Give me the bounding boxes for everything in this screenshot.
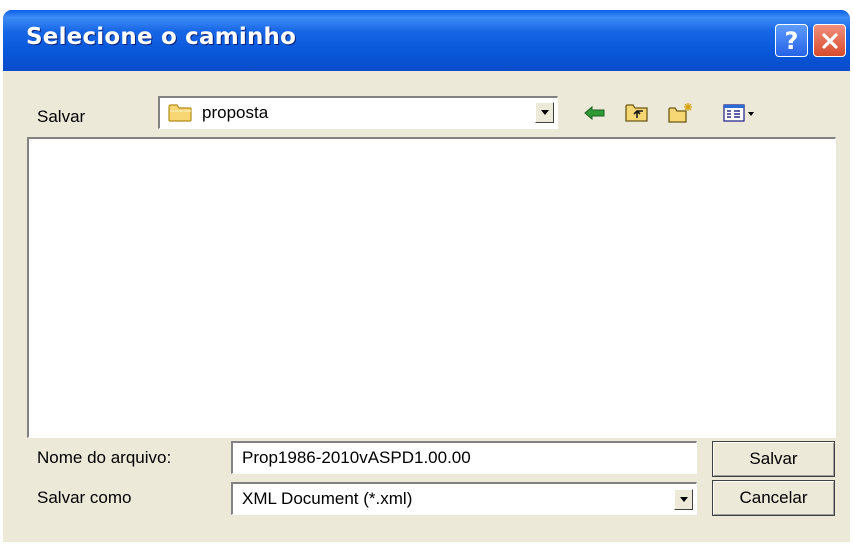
view-menu-button[interactable] <box>721 100 759 126</box>
chevron-down-icon <box>679 497 688 502</box>
help-button[interactable]: ? <box>775 24 808 57</box>
filetype-select[interactable]: XML Document (*.xml) <box>231 482 697 515</box>
filetype-value: XML Document (*.xml) <box>242 489 413 508</box>
chevron-down-icon <box>540 110 549 115</box>
close-button[interactable] <box>813 24 846 57</box>
window-title: Selecione o caminho <box>26 24 297 50</box>
back-button[interactable] <box>581 100 609 126</box>
new-folder-icon <box>668 103 692 123</box>
filename-label: Nome do arquivo: <box>37 448 172 467</box>
location-folder-name: proposta <box>202 103 269 122</box>
location-label: Salvar <box>37 107 86 126</box>
save-button[interactable]: Salvar <box>712 441 835 477</box>
save-dialog-window: Selecione o caminho ? Salvar proposta No… <box>3 10 850 542</box>
up-folder-icon <box>625 104 648 122</box>
folder-icon <box>168 104 192 122</box>
filename-value: Prop1986-2010vASPD1.00.00 <box>242 448 471 467</box>
new-folder-button[interactable] <box>667 100 695 126</box>
back-arrow-icon <box>584 105 605 121</box>
file-list[interactable] <box>27 137 836 438</box>
filetype-label: Salvar como <box>37 488 132 507</box>
view-menu-icon <box>723 104 754 122</box>
cancel-button[interactable]: Cancelar <box>712 480 835 516</box>
up-folder-button[interactable] <box>623 100 651 126</box>
help-icon: ? <box>784 26 799 55</box>
location-combo[interactable]: proposta <box>158 96 558 129</box>
close-icon <box>821 32 838 49</box>
location-dropdown-button[interactable] <box>535 102 554 123</box>
filetype-dropdown-button[interactable] <box>674 489 693 510</box>
save-button-label: Salvar <box>749 449 798 468</box>
title-bar[interactable]: Selecione o caminho ? <box>3 10 850 71</box>
cancel-button-label: Cancelar <box>739 488 808 507</box>
filename-field[interactable]: Prop1986-2010vASPD1.00.00 <box>231 441 697 474</box>
